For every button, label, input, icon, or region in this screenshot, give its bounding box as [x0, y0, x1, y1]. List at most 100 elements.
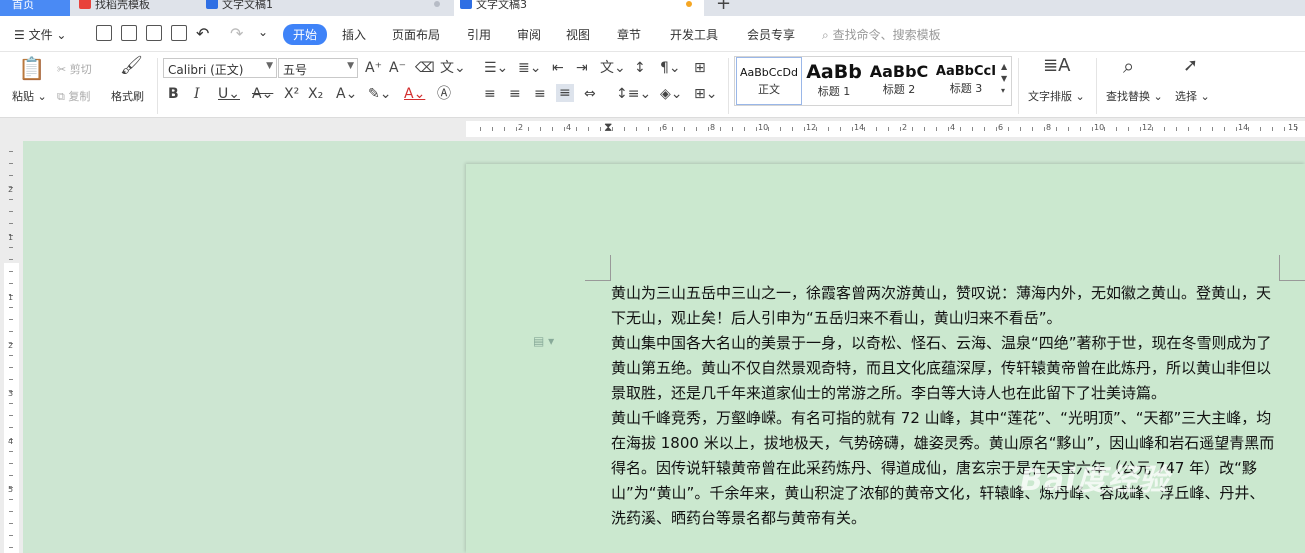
print-preview-icon[interactable] — [171, 25, 187, 41]
tab-template[interactable]: 找稻壳模板 — [73, 0, 198, 16]
shrink-font-icon[interactable]: A⁻ — [389, 60, 406, 76]
style-heading-1[interactable]: AaBb 标题 1 — [803, 57, 865, 105]
numbered-list-icon[interactable]: ≣⌄ — [518, 60, 541, 76]
tab-review[interactable]: 审阅 — [517, 26, 541, 43]
sort-icon[interactable]: ↕ — [634, 60, 646, 76]
paste-icon[interactable]: 📋 — [18, 58, 45, 82]
tab-insert[interactable]: 插入 — [342, 26, 366, 43]
cursor-icon[interactable]: ➚ — [1183, 57, 1198, 75]
ruler-tick — [1020, 127, 1021, 131]
char-border-icon[interactable]: Ⓐ — [437, 86, 451, 102]
font-color-icon[interactable]: A⌄ — [404, 86, 425, 102]
line-spacing-icon[interactable]: ↕≡⌄ — [616, 86, 651, 102]
ruler-tick — [9, 547, 13, 548]
indent-marker-icon[interactable]: ⧗ — [604, 119, 612, 135]
cut-button[interactable]: ✂ 剪切 — [57, 61, 92, 77]
print-icon[interactable] — [146, 25, 162, 41]
bold-icon[interactable]: B — [168, 86, 179, 102]
copy-button[interactable]: ⧉ 复制 — [57, 88, 90, 104]
ruler-number: 4 — [950, 123, 956, 132]
save-icon[interactable] — [96, 25, 112, 41]
horizontal-ruler[interactable]: 2 4 6 8 10 12 14 2 4 6 8 10 12 14 15 ⧗ — [0, 118, 1305, 141]
style-normal[interactable]: AaBbCcDd 正文 — [736, 57, 802, 105]
style-normal-name: 正文 — [758, 83, 780, 96]
italic-icon[interactable]: I — [194, 86, 200, 102]
borders-icon[interactable]: ⊞⌄ — [694, 86, 717, 102]
style-heading-2[interactable]: AaBbC 标题 2 — [866, 57, 932, 105]
font-size-select[interactable]: 五号 ▼ — [278, 58, 358, 78]
file-menu[interactable]: ☰ 文件 ⌄ — [14, 26, 66, 43]
paragraph-3[interactable]: 黄山千峰竞秀，万壑峥嵘。有名可指的就有 72 山峰，其中“莲花”、“光明顶”、“… — [611, 406, 1277, 531]
ruler-tick — [1128, 127, 1129, 131]
table-tools-icon[interactable]: ⊞ — [694, 60, 706, 76]
unsaved-dot[interactable] — [686, 1, 692, 7]
bullet-list-icon[interactable]: ☰⌄ — [484, 60, 508, 76]
ruler-tick — [9, 211, 13, 212]
style-heading-3-name: 标题 3 — [949, 82, 983, 95]
ruler-tick — [1236, 127, 1237, 131]
redo-icon[interactable]: ↷ — [230, 24, 243, 43]
text-effect-icon[interactable]: A⌄ — [336, 86, 357, 102]
ruler-number: 1 — [8, 233, 14, 242]
align-left-icon[interactable]: ≡ — [484, 86, 496, 102]
font-name-select[interactable]: Calibri (正文) ▼ — [163, 58, 277, 78]
distributed-icon[interactable]: ⇔ — [584, 86, 596, 102]
text-layout-button[interactable]: 文字排版 ⌄ — [1028, 88, 1085, 104]
highlight-icon[interactable]: ✎⌄ — [368, 86, 391, 102]
paragraph-1[interactable]: 黄山为三山五岳中三山之一，徐霞客曾两次游黄山，赞叹说：薄海内外，无如徽之黄山。登… — [611, 281, 1277, 331]
export-pdf-icon[interactable] — [121, 25, 137, 41]
format-painter-button[interactable]: 格式刷 — [111, 88, 144, 104]
new-tab-icon[interactable]: + — [716, 0, 731, 13]
underline-icon[interactable]: U⌄ — [218, 86, 240, 102]
tab-start[interactable]: 开始 — [283, 24, 328, 45]
tab-member[interactable]: 会员专享 — [747, 26, 795, 43]
ruler-tick — [708, 127, 709, 131]
align-center-icon[interactable]: ≡ — [509, 86, 521, 102]
ruler-tick — [1032, 127, 1033, 131]
tab-close-dot[interactable] — [434, 1, 440, 7]
quick-access-dropdown-icon[interactable]: ⌄ — [258, 25, 268, 39]
crop-mark — [1279, 255, 1280, 280]
chevron-down-icon: ▼ — [266, 61, 273, 71]
justify-icon[interactable]: ≡ — [556, 84, 574, 102]
text-layout-icon[interactable]: ≣A — [1043, 57, 1070, 75]
grow-font-icon[interactable]: A⁺ — [365, 60, 382, 76]
chinese-layout-icon[interactable]: 文⌄ — [600, 60, 626, 76]
strikethrough-icon[interactable]: A⌄ — [252, 86, 273, 102]
superscript-icon[interactable]: X² — [284, 86, 299, 102]
paragraph-handle-icon[interactable]: ▤ ▾ — [533, 334, 554, 348]
document-body[interactable]: 黄山为三山五岳中三山之一，徐霞客曾两次游黄山，赞叹说：薄海内外，无如徽之黄山。登… — [611, 281, 1277, 531]
find-replace-button[interactable]: 查找替换 ⌄ — [1106, 88, 1163, 104]
paste-button[interactable]: 粘贴 ⌄ — [12, 88, 47, 104]
ruler-tick — [576, 127, 577, 131]
tab-developer[interactable]: 开发工具 — [670, 26, 718, 43]
subscript-icon[interactable]: X₂ — [308, 86, 323, 102]
ruler-tick — [1284, 127, 1285, 131]
shading-icon[interactable]: ◈⌄ — [660, 86, 683, 102]
decrease-indent-icon[interactable]: ⇤ — [552, 60, 564, 76]
ruler-tick — [9, 367, 13, 368]
select-button[interactable]: 选择 ⌄ — [1175, 88, 1210, 104]
tab-document-3[interactable]: 文字文稿3 — [454, 0, 704, 16]
ruler-tick — [1224, 127, 1225, 131]
format-painter-icon[interactable]: 🖌 — [120, 57, 143, 75]
tab-page-layout[interactable]: 页面布局 — [392, 26, 440, 43]
vertical-ruler[interactable]: 2 1 1 2 3 4 5 — [0, 141, 23, 553]
show-marks-icon[interactable]: ¶⌄ — [660, 60, 681, 76]
command-search[interactable]: ⌕ 查找命令、搜索模板 — [822, 26, 941, 43]
tab-section[interactable]: 章节 — [617, 26, 641, 43]
phonetic-icon[interactable]: 文⌄ — [440, 60, 466, 76]
tab-references[interactable]: 引用 — [467, 26, 491, 43]
gallery-scroll-icon[interactable]: ▲ ▼ ▾ — [1001, 61, 1007, 97]
tab-view[interactable]: 视图 — [566, 26, 590, 43]
paragraph-2[interactable]: 黄山集中国各大名山的美景于一身，以奇松、怪石、云海、温泉“四绝”著称于世，现在冬… — [611, 331, 1277, 406]
align-right-icon[interactable]: ≡ — [534, 86, 546, 102]
clear-format-icon[interactable]: ⌫ — [415, 60, 435, 76]
docer-icon — [79, 0, 91, 9]
magnifier-icon[interactable]: ⌕ — [1123, 56, 1134, 76]
increase-indent-icon[interactable]: ⇥ — [576, 60, 588, 76]
tab-home[interactable]: 首页 — [0, 0, 70, 16]
tab-document-1[interactable]: 文字文稿1 — [200, 0, 450, 16]
style-heading-3[interactable]: AaBbCcI 标题 3 — [933, 57, 999, 105]
undo-icon[interactable]: ↶ — [196, 24, 209, 43]
